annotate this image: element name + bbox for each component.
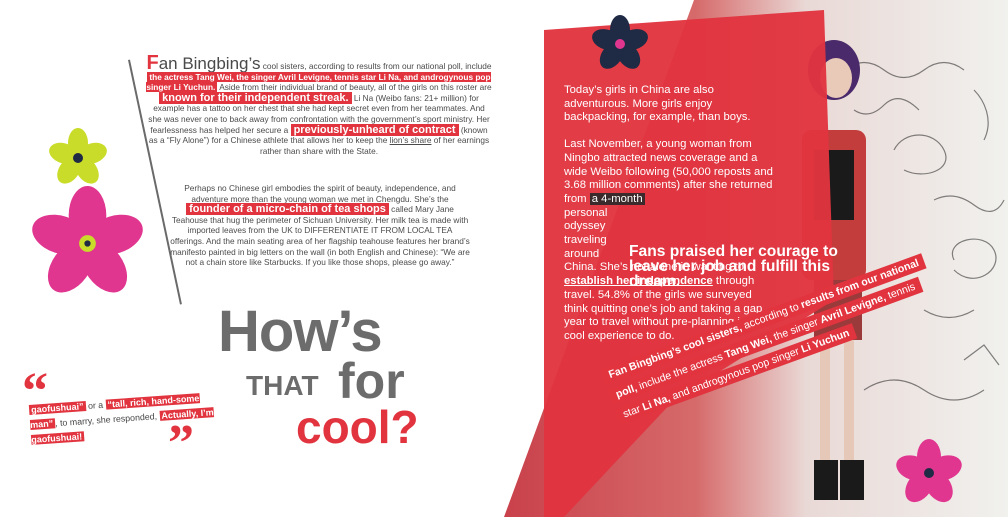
article-paragraph-2: Perhaps no Chinese girl embodies the spi… [170, 183, 470, 268]
headline-that: THAT [246, 370, 319, 401]
flower-pink-small-icon [896, 439, 962, 503]
body-text: Aside from their individual brand of bea… [217, 82, 492, 93]
body-text: cool sisters, according to results from … [260, 61, 492, 71]
drop-cap: F [146, 52, 159, 74]
body-text: personal odyssey traveling around [564, 206, 608, 260]
paragraph-2: Last November, a young woman from Ningbo… [564, 138, 776, 344]
flower-navy-icon [592, 15, 648, 69]
quote-text: or a [85, 399, 106, 412]
pull-quote-right: Fans praised her courage to leave her jo… [629, 243, 838, 290]
quote-text: , to marry, she responded, [54, 410, 160, 429]
body-text: Perhaps no Chinese girl embodies the spi… [184, 183, 456, 204]
highlight-text: previously-unheard of contract [290, 123, 459, 136]
flower-pink-icon [32, 186, 143, 293]
right-page: Today’s girls in China are also adventur… [504, 0, 1008, 517]
highlight-text: founder of a micro-chain of tea shops [186, 203, 389, 216]
banner-text: tennis [883, 280, 917, 303]
underlined-text: lion’s share [389, 135, 432, 146]
banner-text: Li Na, [640, 392, 672, 414]
headline-cool: cool? [296, 401, 419, 453]
highlight-text: gaofushuai” [28, 401, 86, 416]
paragraph-1: Today’s girls in China are also adventur… [564, 84, 751, 124]
highlight-text: a 4-month [589, 192, 645, 205]
pull-quote-left: gaofushuai” or a “tall, rich, hand-some … [28, 389, 232, 448]
flower-lime-icon [49, 128, 107, 184]
quote-close-mark: ” [168, 415, 194, 472]
lead-word: an Bingbing’s [158, 54, 261, 73]
article-paragraph-1: Fan Bingbing’s cool sisters, according t… [146, 53, 492, 156]
left-page: Fan Bingbing’s cool sisters, according t… [0, 0, 504, 517]
highlight-text: known for their independent streak. [159, 91, 352, 104]
magazine-spread: Fan Bingbing’s cool sisters, according t… [0, 0, 1008, 517]
